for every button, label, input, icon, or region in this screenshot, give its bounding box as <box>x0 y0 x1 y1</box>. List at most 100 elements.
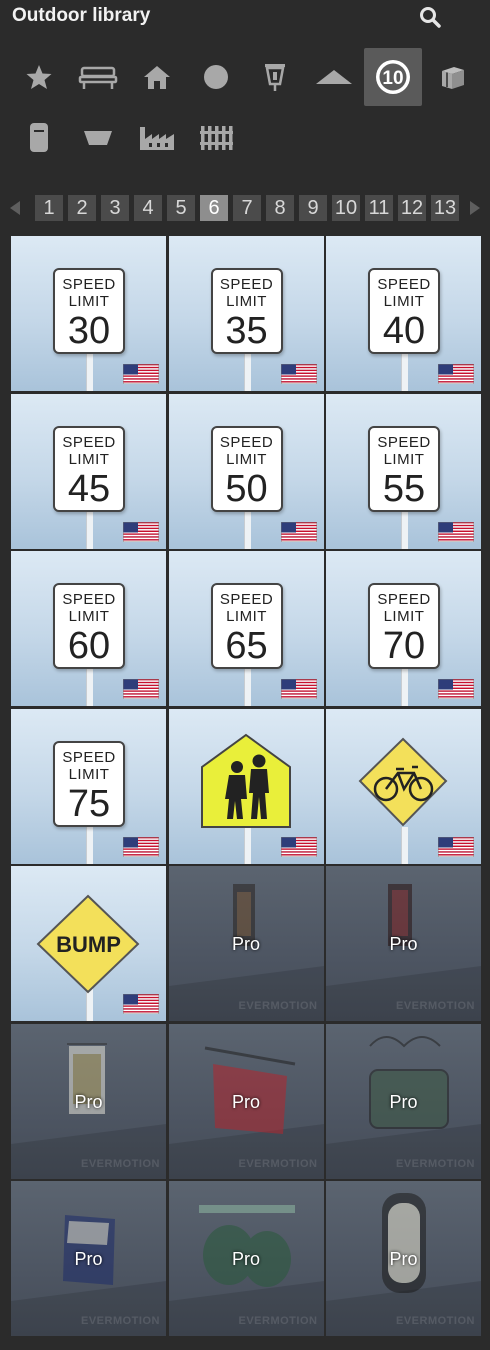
library-item[interactable]: Pro EVERMOTION <box>10 1022 167 1180</box>
category-star[interactable] <box>10 48 68 106</box>
speed-limit-number: 70 <box>382 625 426 667</box>
library-item[interactable]: Pro EVERMOTION <box>325 865 482 1022</box>
library-item[interactable]: SPEED LIMIT 70 <box>325 550 482 707</box>
category-bench[interactable] <box>69 48 127 106</box>
library-item[interactable]: Pro EVERMOTION <box>167 865 325 1022</box>
sign-word-limit: LIMIT <box>383 293 425 310</box>
speed-limit-sign: SPEED LIMIT 75 <box>53 740 125 827</box>
library-item[interactable]: SPEED LIMIT 30 <box>10 235 167 392</box>
library-item[interactable]: SPEED LIMIT 45 <box>10 392 167 550</box>
page-2-button[interactable]: 2 <box>68 195 96 221</box>
pagination: 1 2 3 4 5 6 7 8 9 10 11 12 13 <box>0 194 490 222</box>
search-icon[interactable] <box>418 5 442 29</box>
page-1-button[interactable]: 1 <box>35 195 63 221</box>
sign-word-speed: SPEED <box>62 433 116 451</box>
page-8-button[interactable]: 8 <box>266 195 294 221</box>
sign-word-limit: LIMIT <box>383 450 425 468</box>
us-flag-icon <box>280 836 317 857</box>
us-flag-icon <box>123 521 159 542</box>
pro-label: Pro <box>74 1249 103 1269</box>
sign-word-speed: SPEED <box>219 591 274 608</box>
category-signs[interactable]: 10 <box>364 48 422 106</box>
library-item[interactable]: SPEED LIMIT 65 <box>167 550 325 707</box>
planter-icon <box>84 131 112 145</box>
category-lantern[interactable] <box>246 48 304 106</box>
factory-icon <box>140 127 174 150</box>
page-7-button[interactable]: 7 <box>233 195 261 221</box>
library-item[interactable]: SPEED LIMIT 55 <box>325 392 482 550</box>
us-flag-icon <box>123 994 159 1014</box>
us-flag-icon <box>280 364 317 384</box>
chevron-right-icon[interactable] <box>466 199 484 217</box>
library-item[interactable]: Pro EVERMOTION <box>10 1180 167 1337</box>
us-flag-icon <box>280 521 317 542</box>
library-item[interactable]: Pro EVERMOTION <box>325 1022 482 1180</box>
evermotion-watermark: EVERMOTION <box>238 1315 318 1327</box>
page-12-button[interactable]: 12 <box>398 195 426 221</box>
library-item[interactable]: SPEED LIMIT 75 <box>10 707 167 865</box>
sign-word-limit: LIMIT <box>226 450 267 468</box>
library-item[interactable]: BUMP <box>10 865 167 1022</box>
pro-label: Pro <box>231 934 260 954</box>
category-fence[interactable] <box>187 108 245 166</box>
svg-text:10: 10 <box>382 68 403 89</box>
category-roof[interactable] <box>305 48 363 106</box>
number-10-icon: 10 <box>376 60 410 94</box>
us-flag-icon <box>280 679 317 699</box>
speed-limit-number: 55 <box>382 467 426 510</box>
sign-pole <box>401 511 408 549</box>
library-title: Outdoor library <box>12 5 151 26</box>
speed-limit-number: 45 <box>67 467 111 510</box>
category-house[interactable] <box>128 48 186 106</box>
fence-icon <box>200 126 233 150</box>
category-circle[interactable] <box>187 48 245 106</box>
speed-limit-number: 35 <box>225 310 268 352</box>
lantern-icon <box>265 64 285 91</box>
page-6-button[interactable]: 6 <box>200 195 228 221</box>
library-item[interactable]: SPEED LIMIT 60 <box>10 550 167 707</box>
evermotion-watermark: EVERMOTION <box>238 1000 318 1012</box>
evermotion-watermark: EVERMOTION <box>396 1315 475 1327</box>
box-icon <box>442 67 464 89</box>
library-item[interactable]: Pro EVERMOTION <box>167 1180 325 1337</box>
sign-pole <box>86 511 93 549</box>
us-flag-icon <box>438 364 474 384</box>
library-item[interactable]: Pro EVERMOTION <box>167 1022 325 1180</box>
page-10-button[interactable]: 10 <box>332 195 360 221</box>
category-factory[interactable] <box>128 108 186 166</box>
us-flag-icon <box>123 836 159 857</box>
us-flag-icon <box>438 521 474 542</box>
sign-word-limit: LIMIT <box>68 293 110 310</box>
sign-pole <box>86 354 93 391</box>
chevron-left-icon[interactable] <box>6 199 24 217</box>
library-item[interactable]: Pro EVERMOTION <box>325 1180 482 1337</box>
roof-icon <box>316 70 352 84</box>
sign-word-limit: LIMIT <box>226 293 267 310</box>
sign-word-speed: SPEED <box>219 276 274 293</box>
pro-label: Pro <box>389 1249 418 1269</box>
us-flag-icon <box>123 679 159 699</box>
page-3-button[interactable]: 3 <box>101 195 129 221</box>
library-item[interactable] <box>167 707 325 865</box>
library-item[interactable]: SPEED LIMIT 35 <box>167 235 325 392</box>
category-planter[interactable] <box>69 108 127 166</box>
pro-label: Pro <box>231 1249 260 1269</box>
library-item[interactable] <box>325 707 482 865</box>
page-9-button[interactable]: 9 <box>299 195 327 221</box>
sign-pole <box>86 669 93 706</box>
bench-icon <box>78 66 118 89</box>
speed-limit-sign: SPEED LIMIT 35 <box>210 268 283 354</box>
library-item[interactable]: SPEED LIMIT 50 <box>167 392 325 550</box>
library-item[interactable]: SPEED LIMIT 40 <box>325 235 482 392</box>
page-13-button[interactable]: 13 <box>431 195 459 221</box>
header: Outdoor library <box>0 0 490 34</box>
sign-word-limit: LIMIT <box>68 765 110 783</box>
category-box[interactable] <box>423 48 481 106</box>
evermotion-watermark: EVERMOTION <box>81 1157 160 1170</box>
page-5-button[interactable]: 5 <box>167 195 195 221</box>
speed-limit-sign: SPEED LIMIT 60 <box>53 583 125 669</box>
page-4-button[interactable]: 4 <box>134 195 162 221</box>
sign-word-speed: SPEED <box>62 591 116 608</box>
category-bin[interactable] <box>10 108 68 166</box>
page-11-button[interactable]: 11 <box>365 195 393 221</box>
